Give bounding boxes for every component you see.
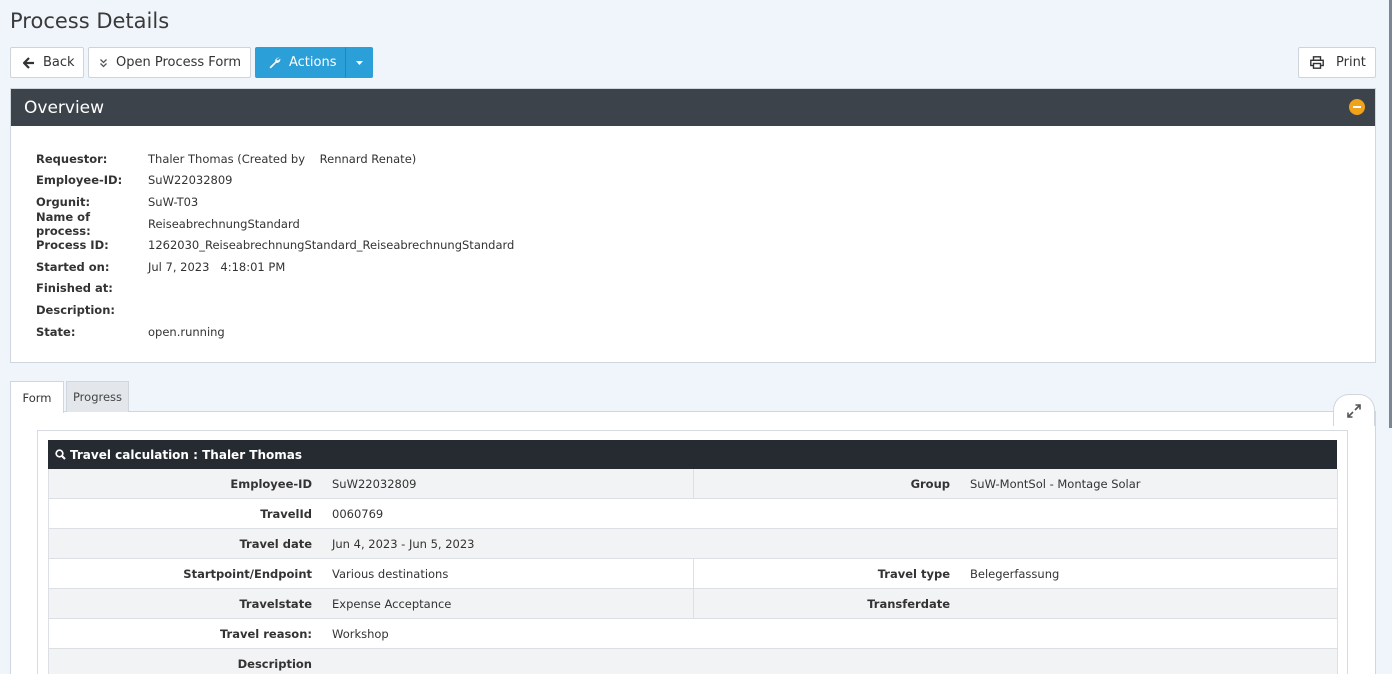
- field-label: Travelstate: [239, 596, 312, 611]
- travel-calculation-header: Travel calculation : Thaler Thomas: [48, 440, 1337, 469]
- open-process-form-button[interactable]: Open Process Form: [88, 47, 251, 78]
- overview-row-requestor: Requestor: Thaler Thomas (Created by Ren…: [36, 148, 514, 170]
- overview-value: Thaler Thomas (Created by Rennard Renate…: [148, 151, 417, 166]
- open-process-form-label: Open Process Form: [116, 55, 242, 70]
- table-row: Travelstate Expense Acceptance Transferd…: [48, 589, 1338, 619]
- field-value: 0060769: [332, 506, 384, 521]
- field-label: Description: [237, 656, 312, 671]
- overview-header: Overview: [11, 89, 1375, 126]
- field-label: TravelId: [260, 506, 312, 521]
- print-button[interactable]: Print: [1298, 47, 1376, 78]
- table-row: TravelId 0060769: [48, 499, 1338, 529]
- overview-label: Name of process:: [36, 209, 91, 238]
- overview-value: SuW-T03: [148, 194, 199, 209]
- table-row: Employee-ID SuW22032809 Group SuW-MontSo…: [48, 469, 1338, 499]
- table-cell-group: Startpoint/Endpoint Various destinations: [49, 559, 694, 588]
- table-row: Travel reason: Workshop: [48, 619, 1338, 649]
- table-cell-group: Travel type Belegerfassung: [694, 559, 1337, 588]
- tab-form[interactable]: Form: [10, 381, 64, 413]
- expand-button[interactable]: [1333, 394, 1375, 426]
- overview-label: Description:: [36, 302, 115, 317]
- field-value: SuW-MontSol - Montage Solar: [970, 476, 1141, 491]
- field-label: Employee-ID: [230, 476, 312, 491]
- field-label: Group: [910, 476, 950, 491]
- overview-row-process-name: Name of process: ReiseabrechnungStandard: [36, 209, 514, 238]
- expand-arrows-icon: [1347, 403, 1361, 418]
- table-cell-group: TravelId 0060769: [49, 499, 383, 528]
- table-cell-group: Travel reason: Workshop: [49, 619, 389, 648]
- table-row: Startpoint/Endpoint Various destinations…: [48, 559, 1338, 589]
- overview-row-finished-at: Finished at:: [36, 278, 514, 300]
- table-row: Description: [48, 649, 1338, 674]
- print-button-label: Print: [1336, 55, 1366, 70]
- field-label: Travel reason:: [219, 626, 312, 641]
- overview-label: Employee-ID:: [36, 173, 123, 188]
- overview-label: Requestor:: [36, 151, 108, 166]
- overview-label: Finished at:: [36, 281, 113, 296]
- overview-details: Requestor: Thaler Thomas (Created by Ren…: [36, 148, 514, 342]
- overview-label: Process ID:: [36, 238, 109, 253]
- overview-row-description: Description:: [36, 299, 514, 321]
- field-value: Workshop: [332, 626, 389, 641]
- field-value: Various destinations: [332, 566, 449, 581]
- overview-value: open.running: [148, 324, 225, 339]
- field-value: [312, 649, 332, 674]
- field-value: Expense Acceptance: [332, 596, 452, 611]
- table-cell-group: Description: [49, 649, 332, 674]
- table-cell-group: Employee-ID SuW22032809: [49, 469, 694, 498]
- overview-row-state: State: open.running: [36, 321, 514, 343]
- overview-value: Jul 7, 2023 4:18:01 PM: [148, 259, 286, 274]
- table-cell-group: Transferdate: [694, 589, 1337, 618]
- tab-progress[interactable]: Progress: [66, 381, 129, 412]
- overview-title: Overview: [24, 97, 105, 118]
- travel-calculation-title: Travel calculation : Thaler Thomas: [70, 447, 303, 462]
- actions-dropdown-toggle[interactable]: [345, 47, 373, 78]
- page-title: Process Details: [10, 9, 170, 33]
- table-cell-group: Travelstate Expense Acceptance: [49, 589, 694, 618]
- field-label: Travel type: [877, 566, 950, 581]
- overview-value: 1262030_ReiseabrechnungStandard_Reiseabr…: [148, 238, 515, 253]
- caret-down-icon: [355, 60, 363, 65]
- table-row: Travel date Jun 4, 2023 - Jun 5, 2023: [48, 529, 1338, 559]
- field-label: Travel date: [239, 536, 312, 551]
- actions-button-label: Actions: [289, 55, 337, 70]
- overview-row-process-id: Process ID: 1262030_ReiseabrechnungStand…: [36, 234, 514, 256]
- search-icon: [55, 449, 66, 460]
- back-button-label: Back: [43, 55, 75, 70]
- field-value: Jun 4, 2023 - Jun 5, 2023: [332, 536, 475, 551]
- overview-panel: Overview Requestor: Thaler Thomas (Creat…: [10, 88, 1376, 363]
- collapse-icon[interactable]: [1349, 99, 1365, 115]
- arrow-left-icon: [23, 56, 34, 69]
- travel-calculation-table: Employee-ID SuW22032809 Group SuW-MontSo…: [48, 469, 1338, 674]
- back-button[interactable]: Back: [10, 47, 84, 78]
- field-label: Startpoint/Endpoint: [183, 566, 312, 581]
- field-value: [950, 589, 970, 618]
- printer-icon: [1310, 56, 1324, 69]
- actions-button[interactable]: Actions: [255, 47, 345, 78]
- overview-value: SuW22032809: [148, 173, 233, 188]
- table-cell-group: Travel date Jun 4, 2023 - Jun 5, 2023: [49, 529, 475, 558]
- overview-row-started-on: Started on: Jul 7, 2023 4:18:01 PM: [36, 256, 514, 278]
- table-cell-group: Group SuW-MontSol - Montage Solar: [694, 469, 1337, 498]
- field-value: SuW22032809: [332, 476, 417, 491]
- field-label: Transferdate: [867, 596, 950, 611]
- overview-row-employee-id: Employee-ID: SuW22032809: [36, 170, 514, 192]
- overview-label: Started on:: [36, 259, 110, 274]
- overview-value: ReiseabrechnungStandard: [148, 216, 300, 231]
- overview-label: Orgunit:: [36, 194, 91, 209]
- wrench-icon: [269, 57, 281, 69]
- field-value: Belegerfassung: [970, 566, 1060, 581]
- overview-label: State:: [36, 324, 76, 339]
- double-chevron-down-icon: [100, 58, 107, 67]
